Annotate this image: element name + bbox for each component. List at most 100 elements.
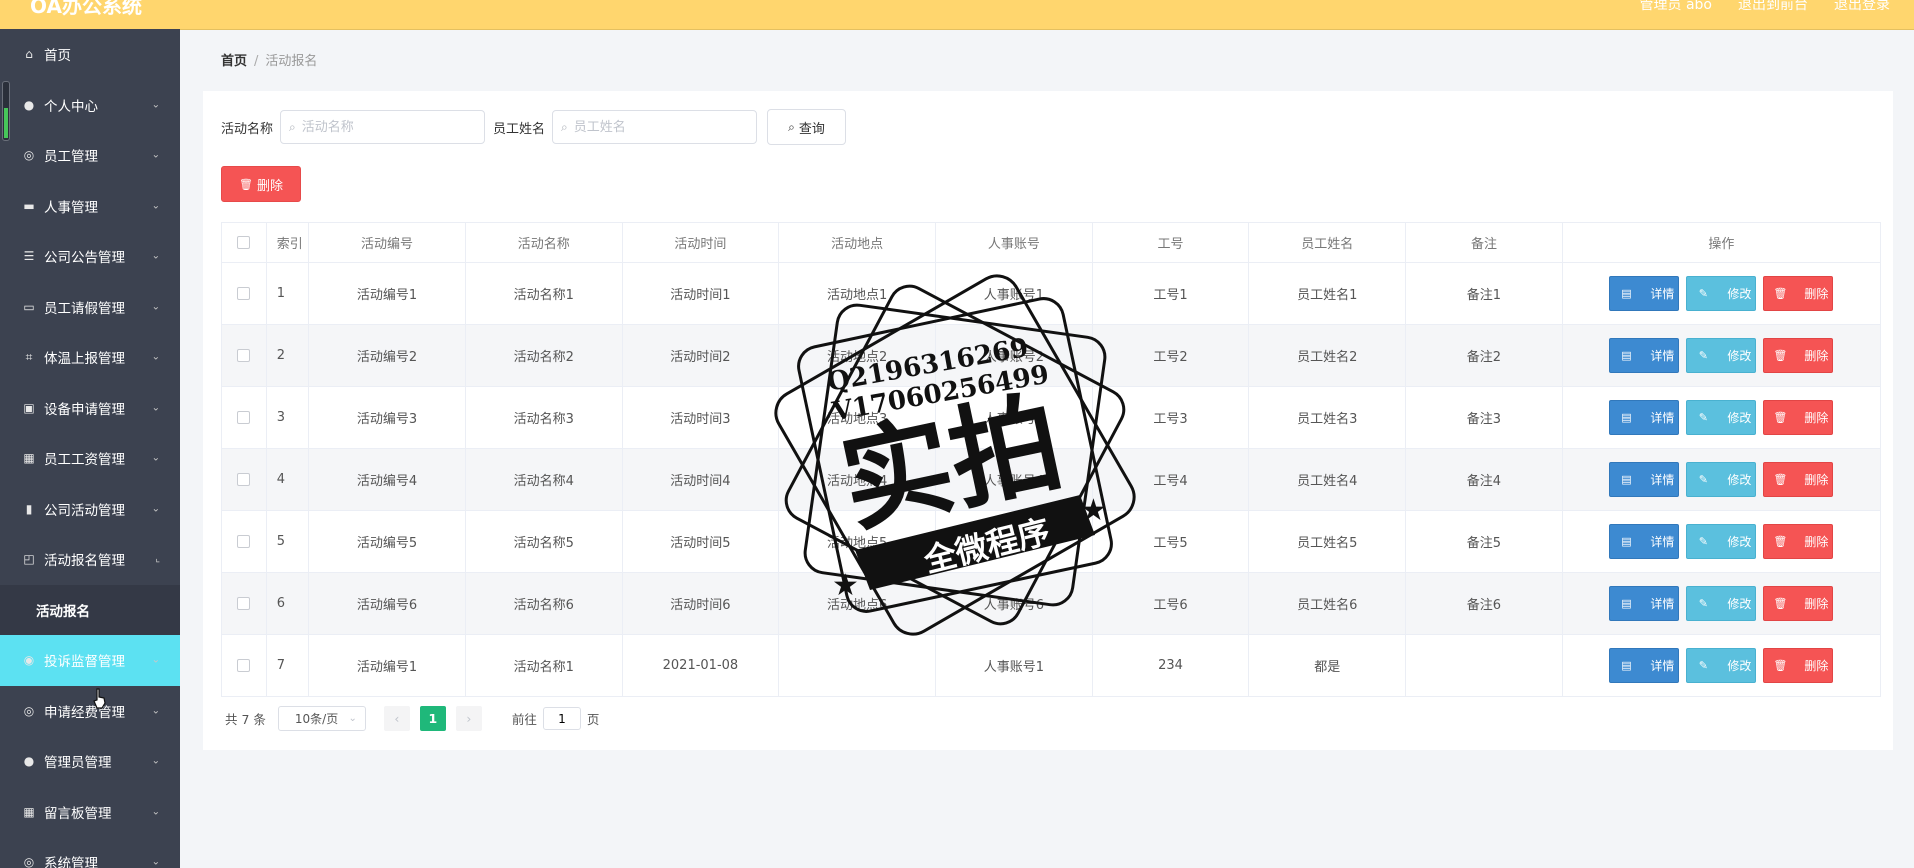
detail-button[interactable]: ▤ 详情: [1609, 524, 1680, 559]
detail-button[interactable]: ▤ 详情: [1609, 338, 1680, 373]
cell-activity-code: 活动编号6: [308, 572, 466, 635]
cell-activity-code: 活动编号1: [308, 262, 466, 325]
sidebar-subitem[interactable]: 活动报名: [0, 584, 180, 635]
document-icon: ▤: [1621, 535, 1632, 548]
edit-button[interactable]: ✎ 修改: [1686, 524, 1757, 559]
staff-name-input[interactable]: [571, 118, 746, 136]
sidebar-item[interactable]: ▬ 人事管理 ⌄: [0, 181, 180, 232]
cell-note: 备注2: [1405, 324, 1563, 387]
document-icon: ▤: [1621, 659, 1632, 672]
edit-button[interactable]: ✎ 修改: [1686, 338, 1757, 373]
row-checkbox[interactable]: [237, 473, 251, 486]
detail-button[interactable]: ▤ 详情: [1609, 462, 1680, 497]
table-row: 7 活动编号1 活动名称1 2021-01-08 人事账号1 234 都是 ▤ 详情 ✎ 修改 🗑 删除: [221, 634, 1882, 697]
cell-hr-account: 人事账号3: [934, 386, 1093, 449]
query-button[interactable]: ⌕ 查询: [767, 109, 847, 145]
sidebar-item[interactable]: ▦ 留言板管理 ⌄: [0, 787, 180, 838]
select-all-cell[interactable]: [221, 222, 267, 263]
detail-button[interactable]: ▤ 详情: [1609, 276, 1680, 311]
staff-name-field[interactable]: ⌕: [552, 110, 758, 144]
chart-line-icon: ◰: [23, 552, 35, 567]
cell-activity-time: 2021-01-08: [621, 634, 780, 697]
row-checkbox[interactable]: [237, 349, 251, 362]
breadcrumb-home[interactable]: 首页: [221, 54, 247, 69]
row-select-cell[interactable]: [221, 324, 267, 387]
detail-button[interactable]: ▤ 详情: [1609, 648, 1680, 683]
delete-button[interactable]: 🗑 删除: [1763, 586, 1834, 621]
edit-button[interactable]: ✎ 修改: [1686, 400, 1757, 435]
sidebar-item[interactable]: ◉ 投诉监督管理 ⌄: [0, 635, 180, 686]
cell-activity-time: 活动时间5: [621, 510, 780, 573]
sidebar-item[interactable]: ▮ 公司活动管理 ⌄: [0, 484, 180, 535]
batch-delete-button[interactable]: 🗑 删除: [221, 166, 301, 202]
row-checkbox[interactable]: [237, 287, 251, 300]
admin-user-link[interactable]: 管理员 abo: [1640, 0, 1712, 14]
sidebar-item[interactable]: ◰ 活动报名管理 ⌞: [0, 534, 180, 585]
edit-button[interactable]: ✎ 修改: [1686, 586, 1757, 621]
delete-button[interactable]: 🗑 删除: [1763, 338, 1834, 373]
delete-button[interactable]: 🗑 删除: [1763, 400, 1834, 435]
cell-index: 3: [265, 386, 310, 449]
prev-page-button[interactable]: ‹: [383, 706, 410, 731]
sidebar-item[interactable]: ▭ 员工请假管理 ⌄: [0, 282, 180, 333]
delete-button[interactable]: 🗑 删除: [1763, 524, 1834, 559]
detail-button-label: 详情: [1650, 535, 1675, 549]
next-page-button[interactable]: ›: [455, 706, 482, 731]
row-checkbox[interactable]: [237, 411, 251, 424]
delete-button[interactable]: 🗑 删除: [1763, 462, 1834, 497]
delete-button[interactable]: 🗑 删除: [1763, 276, 1834, 311]
sidebar-item[interactable]: ◎ 员工管理 ⌄: [0, 130, 180, 181]
sidebar-item[interactable]: ⌗ 体温上报管理 ⌄: [0, 332, 180, 383]
breadcrumb-separator: /: [254, 54, 259, 69]
cell-activity-place: 活动地点1: [778, 262, 936, 325]
sidebar-item[interactable]: ▣ 设备申请管理 ⌄: [0, 383, 180, 434]
chevron-down-icon: ⌄: [151, 351, 160, 363]
row-select-cell[interactable]: [221, 634, 267, 697]
row-checkbox[interactable]: [237, 597, 251, 610]
sidebar-item[interactable]: ● 管理员管理 ⌄: [0, 736, 180, 787]
search-icon: ⌕: [788, 119, 795, 134]
cell-index: 2: [265, 324, 310, 387]
header-staff-name: 员工姓名: [1248, 222, 1407, 263]
sidebar-item-label: 员工请假管理: [44, 300, 125, 317]
go-frontend-link[interactable]: 退出到前台: [1738, 0, 1808, 14]
grid-icon: ▦: [23, 451, 35, 466]
pencil-icon: ✎: [1698, 659, 1708, 672]
page-number-current[interactable]: 1: [419, 706, 446, 731]
row-select-cell[interactable]: [221, 262, 267, 325]
sidebar-item[interactable]: ⌂ 首页: [0, 29, 180, 80]
toolbox-icon: ▣: [23, 400, 35, 415]
chevron-down-icon: ⌄: [151, 654, 160, 666]
detail-button[interactable]: ▤ 详情: [1609, 586, 1680, 621]
row-select-cell[interactable]: [221, 572, 267, 635]
cell-activity-time: 活动时间1: [621, 262, 780, 325]
pencil-icon: ✎: [1698, 473, 1708, 486]
sidebar-item[interactable]: ▦ 员工工资管理 ⌄: [0, 433, 180, 484]
delete-button[interactable]: 🗑 删除: [1763, 648, 1834, 683]
row-checkbox[interactable]: [237, 535, 251, 548]
chevron-down-icon: ⌄: [151, 402, 160, 414]
row-select-cell[interactable]: [221, 448, 267, 511]
edit-button[interactable]: ✎ 修改: [1686, 648, 1757, 683]
sidebar-item[interactable]: ☰ 公司公告管理 ⌄: [0, 231, 180, 282]
edit-button-label: 修改: [1727, 287, 1752, 301]
row-select-cell[interactable]: [221, 386, 267, 449]
edit-button[interactable]: ✎ 修改: [1686, 276, 1757, 311]
row-select-cell[interactable]: [221, 510, 267, 573]
select-all-checkbox[interactable]: [237, 236, 251, 249]
sidebar-item[interactable]: ◎ 系统管理 ⌄: [0, 837, 180, 868]
goto-page-input[interactable]: [542, 707, 581, 730]
cell-staff-name: 员工姓名6: [1248, 572, 1407, 635]
cell-hr-account: 人事账号4: [934, 448, 1093, 511]
detail-button[interactable]: ▤ 详情: [1609, 400, 1680, 435]
edit-button[interactable]: ✎ 修改: [1686, 462, 1757, 497]
activity-name-field[interactable]: ⌕: [280, 110, 486, 144]
row-checkbox[interactable]: [237, 659, 251, 672]
activity-name-input[interactable]: [299, 118, 474, 136]
cell-activity-place: 活动地点2: [778, 324, 936, 387]
page-size-select[interactable]: 10条/页 ⌄: [277, 706, 366, 731]
logout-link[interactable]: 退出登录: [1834, 0, 1890, 14]
page-unit-label: 页: [586, 712, 600, 727]
sidebar-item[interactable]: ◎ 申请经费管理 ⌄: [0, 686, 180, 737]
sidebar-item[interactable]: ● 个人中心 ⌄: [0, 80, 180, 131]
